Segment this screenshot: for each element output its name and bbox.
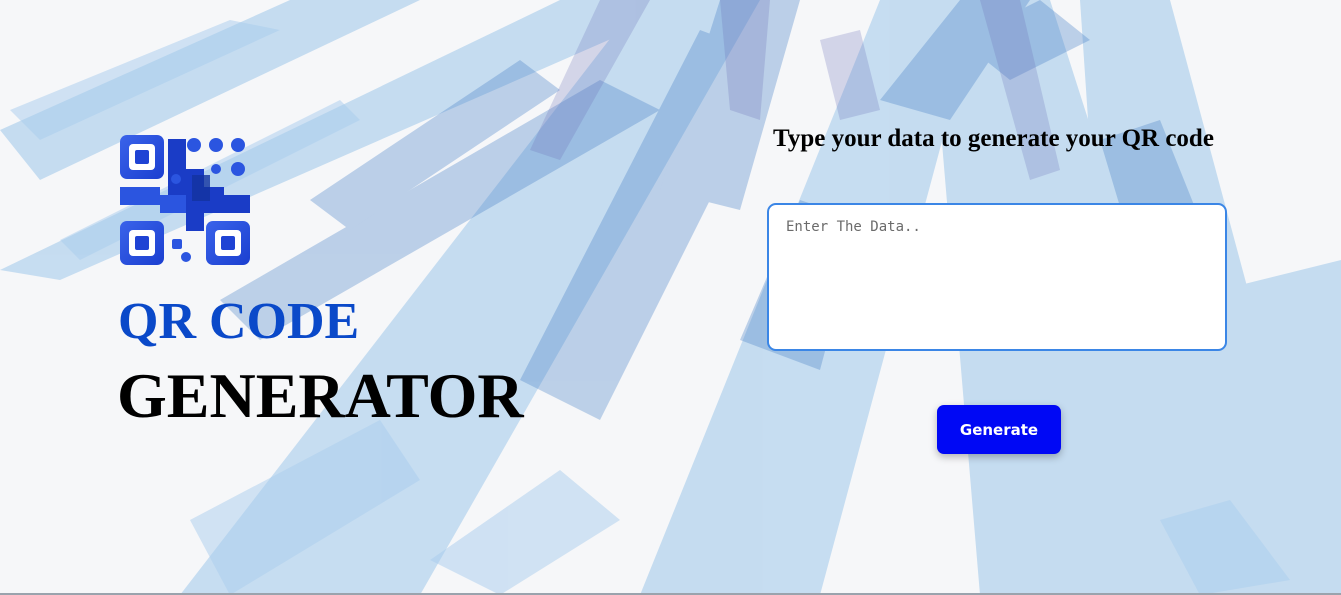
data-input[interactable] xyxy=(767,203,1227,351)
qr-code-icon xyxy=(120,135,250,265)
form-prompt: Type your data to generate your QR code xyxy=(773,125,1214,152)
title-generator: GENERATOR xyxy=(117,360,524,431)
title-qr-code: QR CODE xyxy=(118,293,360,350)
generate-button[interactable]: Generate xyxy=(937,405,1061,454)
